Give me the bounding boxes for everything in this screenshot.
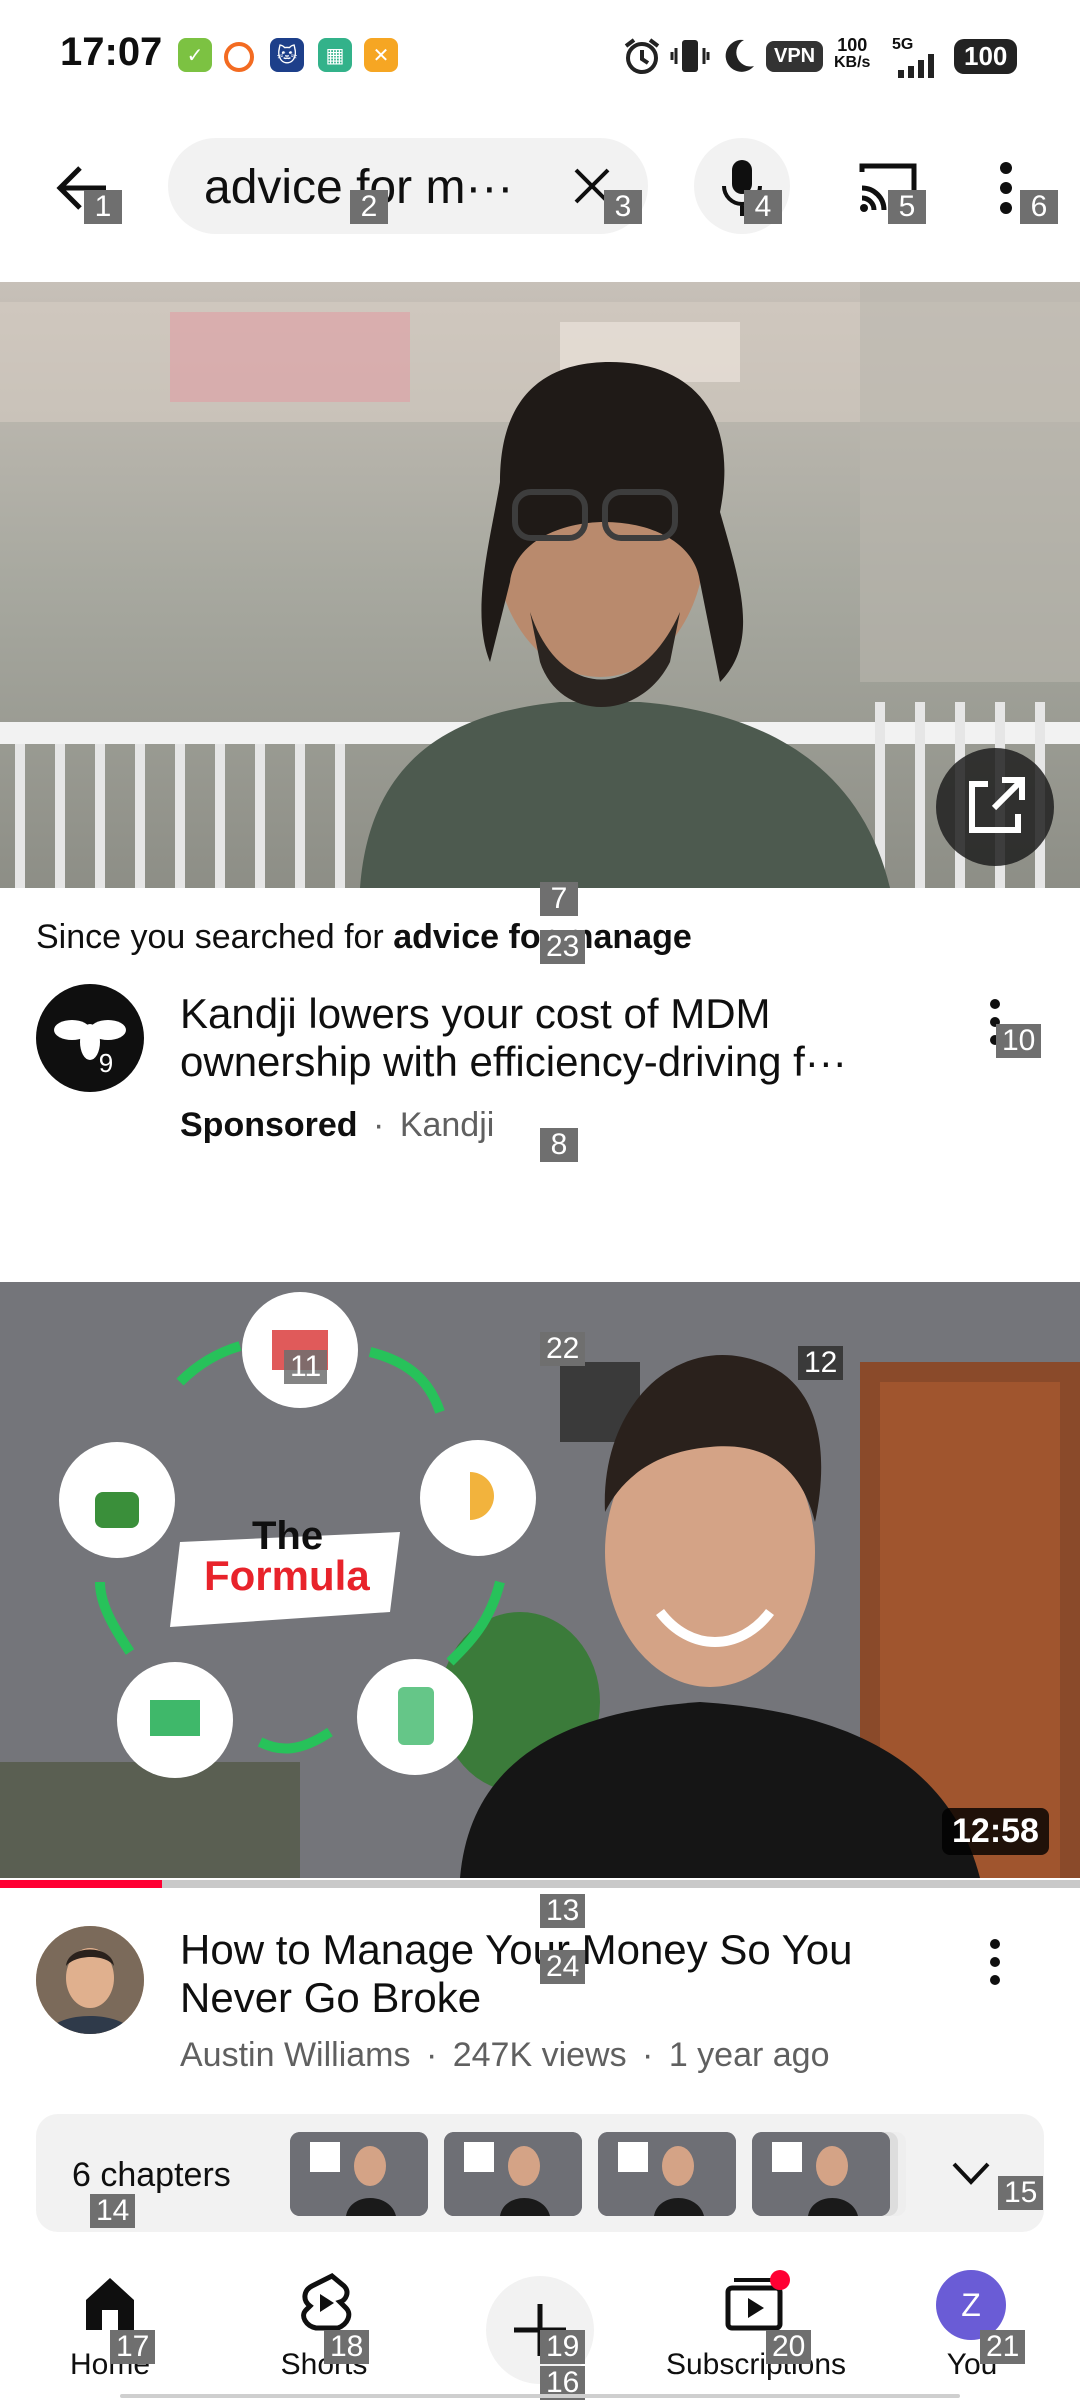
more-options-button[interactable] <box>996 160 1016 216</box>
battery-indicator: 100 <box>954 38 1018 74</box>
bee-logo-icon <box>54 1020 126 1060</box>
channel-avatar[interactable] <box>36 1926 144 2034</box>
more-vert-icon <box>990 1939 1000 1985</box>
search-context-line: Since you searched for advice for manage <box>36 918 692 956</box>
notes-app-icon: ✓ <box>178 38 212 72</box>
thumb-text-formula: Formula <box>204 1552 370 1599</box>
advertiser-name[interactable]: Kandji <box>400 1106 495 1144</box>
subscriptions-icon <box>725 2270 790 2331</box>
open-in-new-icon <box>969 777 1025 833</box>
label-tag: 19 <box>540 2330 586 2364</box>
video-thumbnail[interactable]: The Formula <box>0 1282 1080 1878</box>
channel-avatar-image <box>36 1926 144 2034</box>
video-meta: Austin Williams · 247K views · 1 year ag… <box>180 2036 830 2074</box>
signal-icon: 5G <box>892 36 942 83</box>
nav-subscriptions-label: Subscriptions <box>665 2348 847 2381</box>
label-tag: 18 <box>324 2330 370 2364</box>
label-tag: 15 <box>998 2176 1044 2210</box>
moon-icon <box>718 36 758 76</box>
sponsored-label: Sponsored <box>180 1106 358 1144</box>
chapter-thumbnail[interactable] <box>752 2132 890 2216</box>
label-tag: 6 <box>1020 190 1058 224</box>
nav-subscriptions[interactable]: Subscriptions <box>650 2270 862 2394</box>
ad-meta: Sponsored · Kandji <box>180 1106 495 1144</box>
advertiser-avatar[interactable] <box>36 984 144 1092</box>
video-more-button[interactable] <box>986 1936 1004 1988</box>
label-tag: 20 <box>766 2330 812 2364</box>
tools-app-icon: ✕ <box>364 38 398 72</box>
open-external-button[interactable] <box>936 748 1054 866</box>
label-tag: 8 <box>540 1128 578 1162</box>
label-tag: 3 <box>604 190 642 224</box>
home-icon <box>86 2278 134 2330</box>
label-tag: 12 <box>798 1346 844 1380</box>
label-tag: 14 <box>90 2194 136 2228</box>
status-bar: 17:07 ✓ 🐱 ▦ ✕ VPN 100 KB/s 5G 100 <box>0 0 1080 110</box>
label-tag: 23 <box>540 930 586 964</box>
label-tag: 11 <box>284 1350 328 1384</box>
upload-age: 1 year ago <box>668 2036 830 2074</box>
label-tag: 24 <box>540 1950 586 1984</box>
label-tag: 2 <box>350 190 388 224</box>
vibrate-icon <box>670 36 710 76</box>
label-tag: 4 <box>744 190 782 224</box>
vpn-badge: VPN <box>766 40 824 72</box>
network-speed: 100 KB/s <box>834 35 871 71</box>
label-tag: 1 <box>84 190 122 224</box>
chapter-thumbnail[interactable] <box>598 2132 736 2216</box>
label-tag: 7 <box>540 882 578 916</box>
chapter-thumbnail[interactable] <box>444 2132 582 2216</box>
ad-video-frame <box>0 282 1080 888</box>
chapters-label: 6 chapters <box>72 2156 231 2194</box>
watch-progress-fill <box>0 1880 162 1888</box>
status-time: 17:07 <box>60 30 163 74</box>
cat-app-icon: 🐱 <box>270 38 304 72</box>
label-tag: 5 <box>888 190 926 224</box>
video-thumbnail-art <box>0 1282 1080 1878</box>
calculator-app-icon: ▦ <box>318 38 352 72</box>
alarm-icon <box>622 36 662 76</box>
label-tag: 21 <box>980 2330 1026 2364</box>
label-tag: 22 <box>540 1332 586 1366</box>
label-tag: 17 <box>110 2330 156 2364</box>
circle-app-icon <box>224 42 254 72</box>
expand-chapters-button[interactable] <box>950 2160 992 2188</box>
label-tag: 13 <box>540 1894 586 1928</box>
view-count: 247K views <box>452 2036 627 2074</box>
shorts-icon <box>301 2273 352 2331</box>
duration-badge: 12:58 <box>942 1808 1049 1855</box>
chapter-thumbnail[interactable] <box>290 2132 428 2216</box>
chevron-down-icon <box>952 2162 990 2185</box>
watch-progress-track <box>0 1880 1080 1888</box>
gesture-bar <box>120 2394 960 2398</box>
more-vert-icon <box>1000 162 1012 214</box>
ad-title[interactable]: Kandji lowers your cost of MDM ownership… <box>180 990 960 1086</box>
channel-name[interactable]: Austin Williams <box>180 2036 410 2074</box>
label-tag: 9 <box>98 1048 114 1078</box>
label-tag: 10 <box>996 1024 1042 1058</box>
ad-video-player[interactable] <box>0 282 1080 888</box>
